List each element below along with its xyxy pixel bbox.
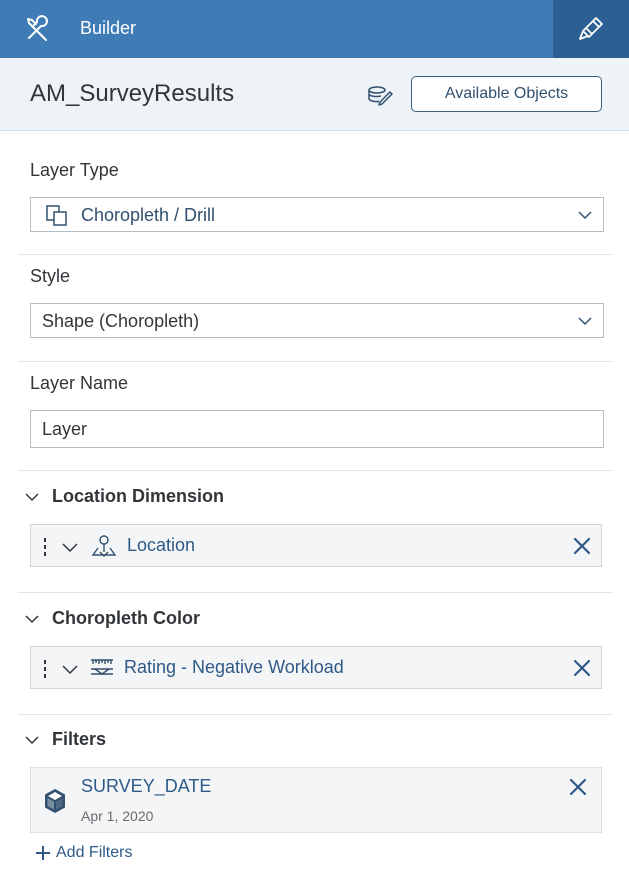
choropleth-color-token[interactable]: Rating - Negative Workload [30,646,602,689]
close-icon[interactable] [567,776,589,798]
location-token-label: Location [127,535,196,555]
measure-ruler-icon [91,659,113,675]
style-select[interactable]: Shape (Choropleth) [30,303,604,338]
divider [18,470,613,471]
style-label: Style [30,266,71,286]
close-icon[interactable] [571,657,593,679]
wrench-screwdriver-icon[interactable] [24,15,52,43]
chevron-down-icon [25,614,39,623]
location-dimension-section-toggle[interactable]: Location Dimension [24,486,224,507]
chevron-down-icon[interactable] [61,538,79,556]
filter-item[interactable]: SURVEY_DATE Apr 1, 2020 [30,767,602,833]
layer-name-label: Layer Name [30,373,129,393]
location-dimension-title: Location Dimension [52,486,225,506]
choropleth-token-label: Rating - Negative Workload [124,657,344,677]
builder-title: Builder [80,18,137,38]
paint-brush-icon [579,17,603,40]
location-pin-icon [91,535,117,557]
builder-header: Builder [0,0,629,58]
layer-type-select[interactable]: Choropleth / Drill [30,197,604,232]
filters-section-toggle[interactable]: Filters [24,729,106,750]
chevron-down-icon[interactable] [61,660,79,678]
divider [18,592,613,593]
divider [18,714,613,715]
layer-name-input[interactable] [30,410,604,448]
choropleth-drill-icon [46,205,67,226]
location-dimension-token[interactable]: Location [30,524,602,567]
model-name: AM_SurveyResults [30,80,235,107]
chevron-down-icon [578,317,592,326]
dimension-cube-icon [45,789,65,813]
styling-tab-button[interactable] [553,0,629,58]
divider [18,361,613,362]
plus-icon [36,846,50,860]
edit-model-icon[interactable] [366,81,394,109]
chevron-down-icon [25,735,39,744]
style-value: Shape (Choropleth) [42,311,200,331]
filter-name: SURVEY_DATE [81,776,212,796]
layer-type-value: Choropleth / Drill [81,205,216,225]
drag-handle-icon[interactable] [42,537,48,557]
drag-handle-icon[interactable] [42,659,48,679]
divider [18,254,613,255]
add-filters-label: Add Filters [56,844,133,861]
layer-type-label: Layer Type [30,160,119,180]
chevron-down-icon [578,211,592,220]
choropleth-color-section-toggle[interactable]: Choropleth Color [24,608,200,629]
add-filters-button[interactable]: Add Filters [34,844,132,862]
chevron-down-icon [25,492,39,501]
filter-value: Apr 1, 2020 [81,808,154,824]
choropleth-color-title: Choropleth Color [52,608,200,628]
available-objects-button[interactable]: Available Objects [411,76,602,112]
close-icon[interactable] [571,535,593,557]
filters-title: Filters [52,729,107,749]
